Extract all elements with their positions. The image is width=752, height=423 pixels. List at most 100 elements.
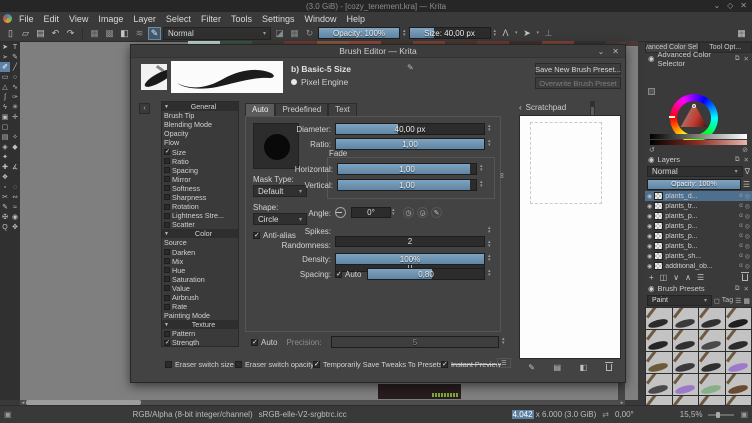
instant-preview-row[interactable]: Instant Preview <box>441 360 501 369</box>
spikes-spinbox[interactable]: 2 <box>335 236 485 247</box>
scratchpad-load-icon[interactable]: ▤ <box>554 363 562 372</box>
brush-setting-row[interactable]: ▼ Color <box>162 229 238 239</box>
opacity-slider[interactable]: Opacity: 100% <box>318 27 400 39</box>
menu-item[interactable]: Window <box>299 14 341 24</box>
brush-setting-row[interactable]: ▼ Texture <box>162 320 238 330</box>
brush-preset-cell[interactable] <box>672 374 698 395</box>
eraser-switch-size-row[interactable]: Eraser switch size <box>165 360 234 369</box>
menu-item[interactable]: Image <box>93 14 128 24</box>
layer-inherit-alpha-icon[interactable]: ◎ <box>745 263 750 270</box>
redo-icon[interactable]: ↷ <box>64 27 77 40</box>
float-panel-icon[interactable]: ⧉ <box>735 156 740 164</box>
toolbox-tool[interactable]: ╱ <box>10 62 20 72</box>
toolbox-tool[interactable]: ▭ <box>0 72 10 82</box>
dialog-titlebar[interactable]: Brush Editor — Krita ⌄ ✕ <box>131 45 625 58</box>
zoom-level[interactable]: 15,5% <box>680 410 703 419</box>
float-panel-icon[interactable]: ⧉ <box>735 55 740 63</box>
size-spinner[interactable]: ▴ ▾ <box>493 29 498 38</box>
brush-setting-row[interactable]: ▼ Softness <box>162 184 238 193</box>
setting-checkbox[interactable] <box>164 221 170 228</box>
layer-visibility-icon[interactable]: ◉ <box>647 253 652 260</box>
brush-preset-cell[interactable] <box>699 352 725 373</box>
toolbox-tool[interactable]: ◌ <box>10 182 20 192</box>
auto-precision-checkbox[interactable] <box>251 338 258 346</box>
menu-item[interactable]: Layer <box>128 14 161 24</box>
toolbox-tool[interactable]: ≈ <box>10 202 20 212</box>
brush-tip-tab[interactable]: Auto <box>245 103 276 116</box>
canvas-angle[interactable]: 0,00° <box>615 410 634 419</box>
toolbox-tool[interactable]: ○ <box>10 72 20 82</box>
brush-preset-cell[interactable] <box>725 330 751 351</box>
toolbox-tool[interactable]: ✛ <box>10 112 20 122</box>
toolbox-tool[interactable]: ϟ <box>0 102 10 112</box>
save-tweaks-checkbox[interactable] <box>313 360 320 368</box>
toolbox-tool[interactable]: △ <box>0 82 10 92</box>
brush-setting-row[interactable]: ▼ Spacing <box>162 166 238 175</box>
brush-preset-cell[interactable] <box>646 330 672 351</box>
layer-alpha-icon[interactable]: α <box>739 203 742 210</box>
setting-checkbox[interactable] <box>164 249 170 256</box>
toolbox-tool[interactable]: ∾ <box>10 192 20 202</box>
brush-setting-row[interactable]: ▼ Blending Mode <box>162 120 238 129</box>
menu-item[interactable]: Filter <box>196 14 226 24</box>
brush-presets-header[interactable]: ◉ Brush Presets ⧉ ✕ <box>645 283 752 294</box>
scratchpad-canvas[interactable] <box>519 115 621 359</box>
tag-icon[interactable]: ◻ <box>714 297 720 305</box>
alpha-lock-icon[interactable]: ▦ <box>288 27 301 40</box>
layer-properties-icon[interactable]: ☰ <box>697 273 704 282</box>
auto-precision-row[interactable]: Auto Precision: <box>251 338 322 347</box>
eraser-mode-icon[interactable]: ◪ <box>273 27 286 40</box>
brush-setting-row[interactable]: ▼ Painting Mode <box>162 311 238 320</box>
layer-opacity-slider[interactable]: Opacity: 100% <box>647 179 741 190</box>
toolbox-tool[interactable]: ◈ <box>0 142 10 152</box>
scratchpad-paint-icon[interactable]: ✎ <box>528 363 535 372</box>
menu-item[interactable]: Settings <box>257 14 300 24</box>
workspace-chooser-icon[interactable]: ▦ <box>735 27 748 40</box>
brush-preset-cell[interactable] <box>646 352 672 373</box>
layer-visibility-icon[interactable]: ◉ <box>647 193 652 200</box>
value-gradient-bar[interactable] <box>650 134 747 139</box>
duplicate-layer-icon[interactable]: ◫ <box>660 273 668 282</box>
density-spinner[interactable]: ▴ ▾ <box>488 254 491 263</box>
brush-setting-row[interactable]: ▼ Ratio <box>162 157 238 166</box>
layer-menu-icon[interactable]: ☰ <box>743 180 750 189</box>
layer-inherit-alpha-icon[interactable]: ◎ <box>745 193 750 200</box>
save-document-icon[interactable]: ▤ <box>34 27 47 40</box>
diameter-spinner[interactable]: ▴ ▾ <box>488 124 491 133</box>
dialog-close-button[interactable]: ✕ <box>612 47 619 56</box>
toolbox-tool[interactable]: ✧ <box>10 132 20 142</box>
layer-inherit-alpha-icon[interactable]: ◎ <box>745 243 750 250</box>
menu-item[interactable]: File <box>14 14 39 24</box>
layer-inherit-alpha-icon[interactable]: ◎ <box>745 213 750 220</box>
brush-setting-row[interactable]: ▼ Airbrush <box>162 293 238 302</box>
brush-preset-cell[interactable] <box>725 352 751 373</box>
image-dimensions[interactable]: 4.042 x 6.000 (3.0 GiB) <box>511 410 596 419</box>
toolbox-tool[interactable]: ❖ <box>0 172 10 182</box>
toolbox-tool[interactable]: ✐ <box>0 62 10 72</box>
brush-setting-row[interactable]: ▼ Pattern <box>162 329 238 338</box>
acs-header[interactable]: ◉ Advanced Color Selector ⧉ ✕ <box>645 50 752 68</box>
reload-preset-icon[interactable]: ↻ <box>303 27 316 40</box>
eraser-switch-opacity-row[interactable]: Eraser switch opacity <box>235 360 314 369</box>
toolbox-tool[interactable]: ✚ <box>0 162 10 172</box>
setting-checkbox[interactable] <box>164 203 170 210</box>
list-view-icon[interactable]: ☰ <box>735 297 741 305</box>
toolbox-tool[interactable]: Q <box>0 222 10 232</box>
close-panel-icon[interactable]: ✕ <box>744 55 749 63</box>
link-fade-icon[interactable]: ∞ <box>497 173 506 179</box>
brush-preset-cell[interactable] <box>725 374 751 395</box>
vertical-fade-spinner[interactable]: ▴ ▾ <box>480 180 483 189</box>
layer-inherit-alpha-icon[interactable]: ◎ <box>745 223 750 230</box>
angle-edit-icon[interactable]: ✎ <box>431 207 442 218</box>
toolbox-tool[interactable]: ✦ <box>0 152 10 162</box>
mirror-vertical-icon[interactable]: Λ <box>499 27 512 40</box>
toolbox-tool[interactable]: ◆ <box>10 142 20 152</box>
scratchpad-clear-icon[interactable] <box>604 362 613 371</box>
layer-blend-mode-combo[interactable]: Normal ▾ <box>647 166 743 177</box>
brush-setting-row[interactable]: ▼ Sharpness <box>162 193 238 202</box>
brush-setting-row[interactable]: ▼ Hue <box>162 266 238 275</box>
toolbox-tool[interactable]: ʃ <box>0 92 10 102</box>
dialog-shade-button[interactable]: ⌄ <box>598 47 605 56</box>
brush-setting-row[interactable]: ▼ Strength <box>162 338 238 346</box>
layer-alpha-icon[interactable]: α <box>739 253 742 260</box>
